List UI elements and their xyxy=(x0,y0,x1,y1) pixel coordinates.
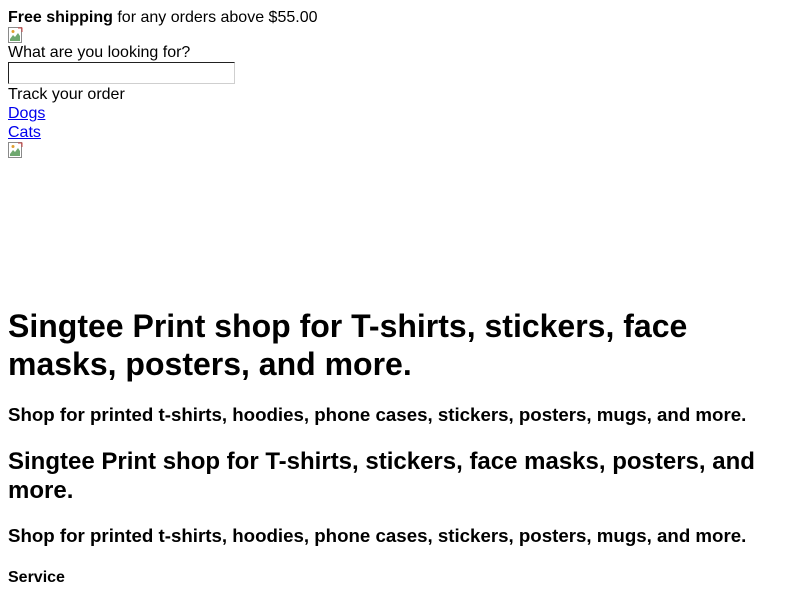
banner-image xyxy=(8,142,24,158)
hero-spacer xyxy=(8,158,792,307)
hero-title: Singtee Print shop for T-shirts, sticker… xyxy=(8,308,688,382)
search-input[interactable] xyxy=(8,62,235,84)
track-order-link[interactable]: Track your order xyxy=(8,85,792,104)
broken-image-icon xyxy=(8,142,23,158)
hero-subtitle: Shop for printed t-shirts, hoodies, phon… xyxy=(8,404,747,425)
page: Free shipping for any orders above $55.0… xyxy=(0,0,800,587)
broken-image-icon xyxy=(8,27,23,43)
promo-text: for any orders above $55.00 xyxy=(112,9,318,26)
nav-link-dogs[interactable]: Dogs xyxy=(8,104,45,123)
promo-bar: Free shipping for any orders above $55.0… xyxy=(8,8,792,27)
nav-link-cats[interactable]: Cats xyxy=(8,123,41,142)
section-subtitle: Shop for printed t-shirts, hoodies, phon… xyxy=(8,525,747,546)
promo-bold: Free shipping xyxy=(8,9,113,26)
footer-service-heading: Service xyxy=(8,569,65,586)
search-label: What are you looking for? xyxy=(8,44,191,61)
section-title: Singtee Print shop for T-shirts, sticker… xyxy=(8,448,755,504)
logo-image[interactable] xyxy=(8,27,24,43)
